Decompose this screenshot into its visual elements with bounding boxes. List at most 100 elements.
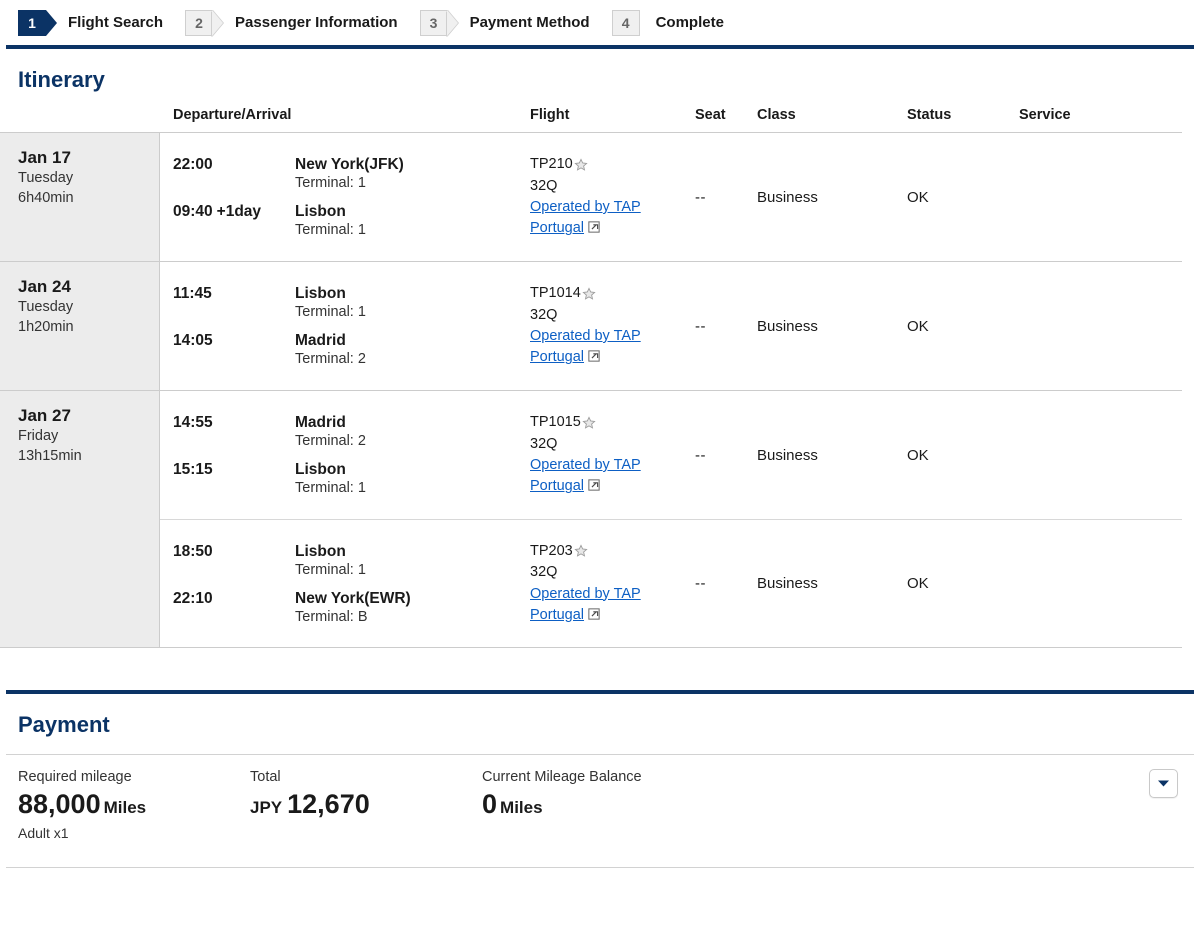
arrival-terminal: Terminal: 1 [295,480,366,496]
itinerary-weekday: Tuesday [18,299,74,316]
column-header-departure-arrival: Departure/Arrival [173,107,292,123]
seat-value: -- [695,188,706,206]
expand-payment-details-button[interactable] [1149,769,1178,798]
departure-time: 22:00 [173,156,213,173]
step-2-label: Passenger Information [235,14,398,31]
departure-city: Lisbon [295,542,346,560]
status-value: OK [907,317,929,335]
flight-cell: TP210 32Q Operated by TAP Portugal [530,154,695,240]
total-label: Total [250,769,281,785]
operated-by-link[interactable]: Operated by TAP Portugal [530,199,641,236]
table-row: Jan 17 Tuesday 6h40min 22:00 New York(JF… [0,133,1182,262]
aircraft-type: 32Q [530,306,558,323]
arrival-terminal: Terminal: 2 [295,351,366,367]
departure-terminal: Terminal: 1 [295,304,366,320]
step-complete[interactable]: 4 Complete [611,9,724,36]
payment-summary: Required mileage 88,000 Miles Adult x1 To… [0,755,1200,841]
flight-segment: 18:50 Lisbon Terminal: 1 22:10 New York(… [160,519,1182,647]
departure-time: 11:45 [173,285,212,302]
departure-time: 14:55 [173,414,213,431]
table-row: Jan 27 Friday 13h15min 14:55 Madrid Term… [0,391,1182,648]
step-4-badge: 4 [611,9,640,36]
operated-by-link[interactable]: Operated by TAP Portugal [530,586,641,623]
itinerary-segments: 22:00 New York(JFK) Terminal: 1 09:40 +1d… [160,133,1182,261]
mileage-balance-value: 0 Miles [482,789,543,819]
flight-segment: 14:55 Madrid Terminal: 2 15:15 Lisbon Te… [160,391,1182,519]
flight-segment: 11:45 Lisbon Terminal: 1 14:05 Madrid Te… [160,262,1182,390]
arrival-time: 09:40 +1day [173,203,262,220]
class-value: Business [757,446,818,464]
operated-by-link[interactable]: Operated by TAP Portugal [530,328,641,365]
required-mileage-block: Required mileage 88,000 Miles Adult x1 [18,769,250,841]
itinerary-duration: 13h15min [18,448,82,465]
column-header-service: Service [1019,107,1071,123]
status-value: OK [907,575,929,592]
external-link-icon[interactable] [588,221,600,234]
status-value: OK [907,188,929,206]
column-header-class: Class [757,107,796,123]
departure-terminal: Terminal: 1 [295,561,366,578]
flight-number: TP1014 [530,285,581,302]
arrival-time: 14:05 [173,332,213,349]
class-value: Business [757,575,818,592]
arrival-time: 15:15 [173,461,213,478]
departure-city: New York(JFK) [295,156,404,173]
step-1-badge: 1 [18,9,57,36]
mileage-balance-unit: Miles [500,798,543,817]
arrival-city: Lisbon [295,461,346,478]
itinerary-table-header: Departure/Arrival Flight Seat Class Stat… [0,107,1182,133]
arrival-city: Madrid [295,332,346,349]
itinerary-date-cell: Jan 17 Tuesday 6h40min [0,133,160,261]
external-link-icon[interactable] [588,608,600,620]
step-1-label: Flight Search [68,14,164,31]
passenger-count-note: Adult x1 [18,825,69,842]
step-payment-method[interactable]: 3 Payment Method [419,9,590,36]
departure-city: Madrid [295,414,346,431]
column-header-seat: Seat [695,107,726,123]
itinerary-segments: 14:55 Madrid Terminal: 2 15:15 Lisbon Te… [160,391,1182,647]
departure-time: 18:50 [173,542,213,560]
flight-cell: TP1015 32Q Operated by TAP Portugal [530,412,695,498]
arrival-city: Lisbon [295,203,346,220]
flight-number: TP210 [530,156,573,173]
class-value: Business [757,188,818,206]
flight-number: TP1015 [530,414,581,431]
aircraft-type: 32Q [530,177,558,194]
flight-number: TP203 [530,542,573,559]
step-flight-search[interactable]: 1 Flight Search [18,9,164,36]
payment-title: Payment [18,712,110,737]
itinerary-date: Jan 24 [18,277,71,296]
external-link-icon[interactable] [588,479,600,492]
flight-cell: TP203 32Q Operated by TAP Portugal [530,541,695,627]
departure-city: Lisbon [295,285,346,302]
itinerary-table: Departure/Arrival Flight Seat Class Stat… [0,107,1182,648]
step-passenger-information[interactable]: 2 Passenger Information [185,9,398,36]
arrival-plusday: +1day [216,203,262,220]
flight-segment: 22:00 New York(JFK) Terminal: 1 09:40 +1d… [160,133,1182,261]
itinerary-segments: 11:45 Lisbon Terminal: 1 14:05 Madrid Te… [160,262,1182,390]
itinerary-weekday: Tuesday [18,170,74,187]
class-value: Business [757,317,818,335]
itinerary-weekday: Friday [18,428,59,445]
itinerary-date-cell: Jan 27 Friday 13h15min [0,391,160,647]
seat-value: -- [695,575,706,592]
seat-value: -- [695,317,706,335]
operated-by-link[interactable]: Operated by TAP Portugal [530,457,641,494]
status-value: OK [907,446,929,464]
itinerary-date-cell: Jan 24 Tuesday 1h20min [0,262,160,390]
mileage-balance-label: Current Mileage Balance [482,769,642,785]
external-link-icon[interactable] [588,350,600,363]
departure-arrival-cell: 14:55 Madrid Terminal: 2 15:15 Lisbon Te… [160,410,530,500]
departure-arrival-cell: 18:50 Lisbon Terminal: 1 22:10 New York(… [160,539,530,629]
column-header-flight: Flight [530,107,570,123]
step-3-label: Payment Method [469,14,590,31]
required-mileage-value: 88,000 Miles [18,789,147,819]
mileage-balance-block: Current Mileage Balance 0 Miles [482,769,882,820]
itinerary-duration: 1h20min [18,319,74,336]
step-2-badge: 2 [185,9,214,36]
itinerary-date: Jan 17 [18,148,71,167]
progress-stepper: 1 Flight Search 2 Passenger Information … [0,0,1200,45]
departure-terminal: Terminal: 2 [295,433,366,449]
total-value: JPY 12,670 [250,789,370,819]
